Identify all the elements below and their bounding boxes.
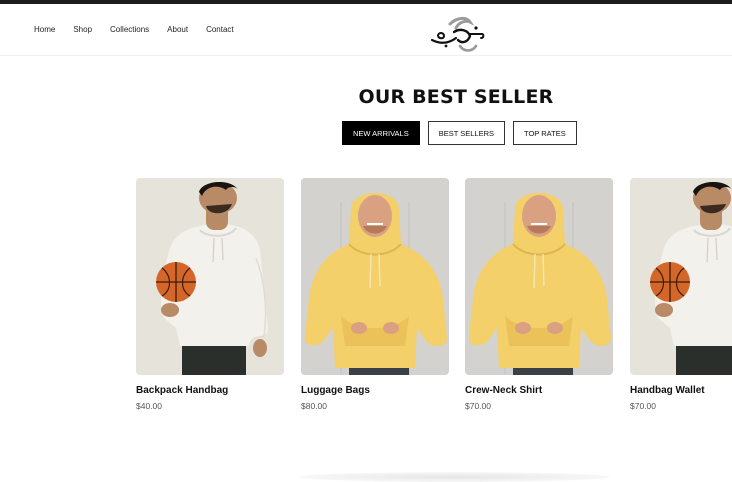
nav-about[interactable]: About <box>167 25 188 34</box>
brand-logo[interactable] <box>426 10 488 56</box>
product-price: $40.00 <box>136 401 162 411</box>
product-image[interactable] <box>301 178 449 375</box>
main-nav: Home Shop Collections About Contact <box>34 25 234 34</box>
nav-home[interactable]: Home <box>34 25 55 34</box>
tab-new-arrivals[interactable]: NEW ARRIVALS <box>342 121 420 145</box>
site-header: Home Shop Collections About Contact <box>0 4 732 56</box>
tab-top-rates[interactable]: TOP RATES <box>513 121 577 145</box>
product-price: $70.00 <box>465 401 491 411</box>
nav-collections[interactable]: Collections <box>110 25 149 34</box>
product-price: $80.00 <box>301 401 327 411</box>
nav-contact[interactable]: Contact <box>206 25 234 34</box>
product-card[interactable]: Backpack Handbag $40.00 <box>136 178 284 411</box>
product-name[interactable]: Luggage Bags <box>301 385 449 396</box>
product-card[interactable]: Luggage Bags $80.00 <box>301 178 449 411</box>
product-image[interactable] <box>136 178 284 375</box>
product-image[interactable] <box>465 178 613 375</box>
product-card[interactable]: Crew-Neck Shirt $70.00 <box>465 178 613 411</box>
product-name[interactable]: Backpack Handbag <box>136 385 284 396</box>
product-price: $70.00 <box>630 401 656 411</box>
nav-shop[interactable]: Shop <box>73 25 92 34</box>
product-card[interactable]: Handbag Wallet $70.00 <box>630 178 732 411</box>
bottom-shadow <box>300 472 610 482</box>
product-name[interactable]: Crew-Neck Shirt <box>465 385 613 396</box>
section-title: OUR BEST SELLER <box>358 86 554 108</box>
product-name[interactable]: Handbag Wallet <box>630 385 732 396</box>
tab-best-sellers[interactable]: BEST SELLERS <box>427 121 506 145</box>
product-filter-tabs: NEW ARRIVALS BEST SELLERS TOP RATES <box>342 121 577 145</box>
product-image[interactable] <box>630 178 732 375</box>
